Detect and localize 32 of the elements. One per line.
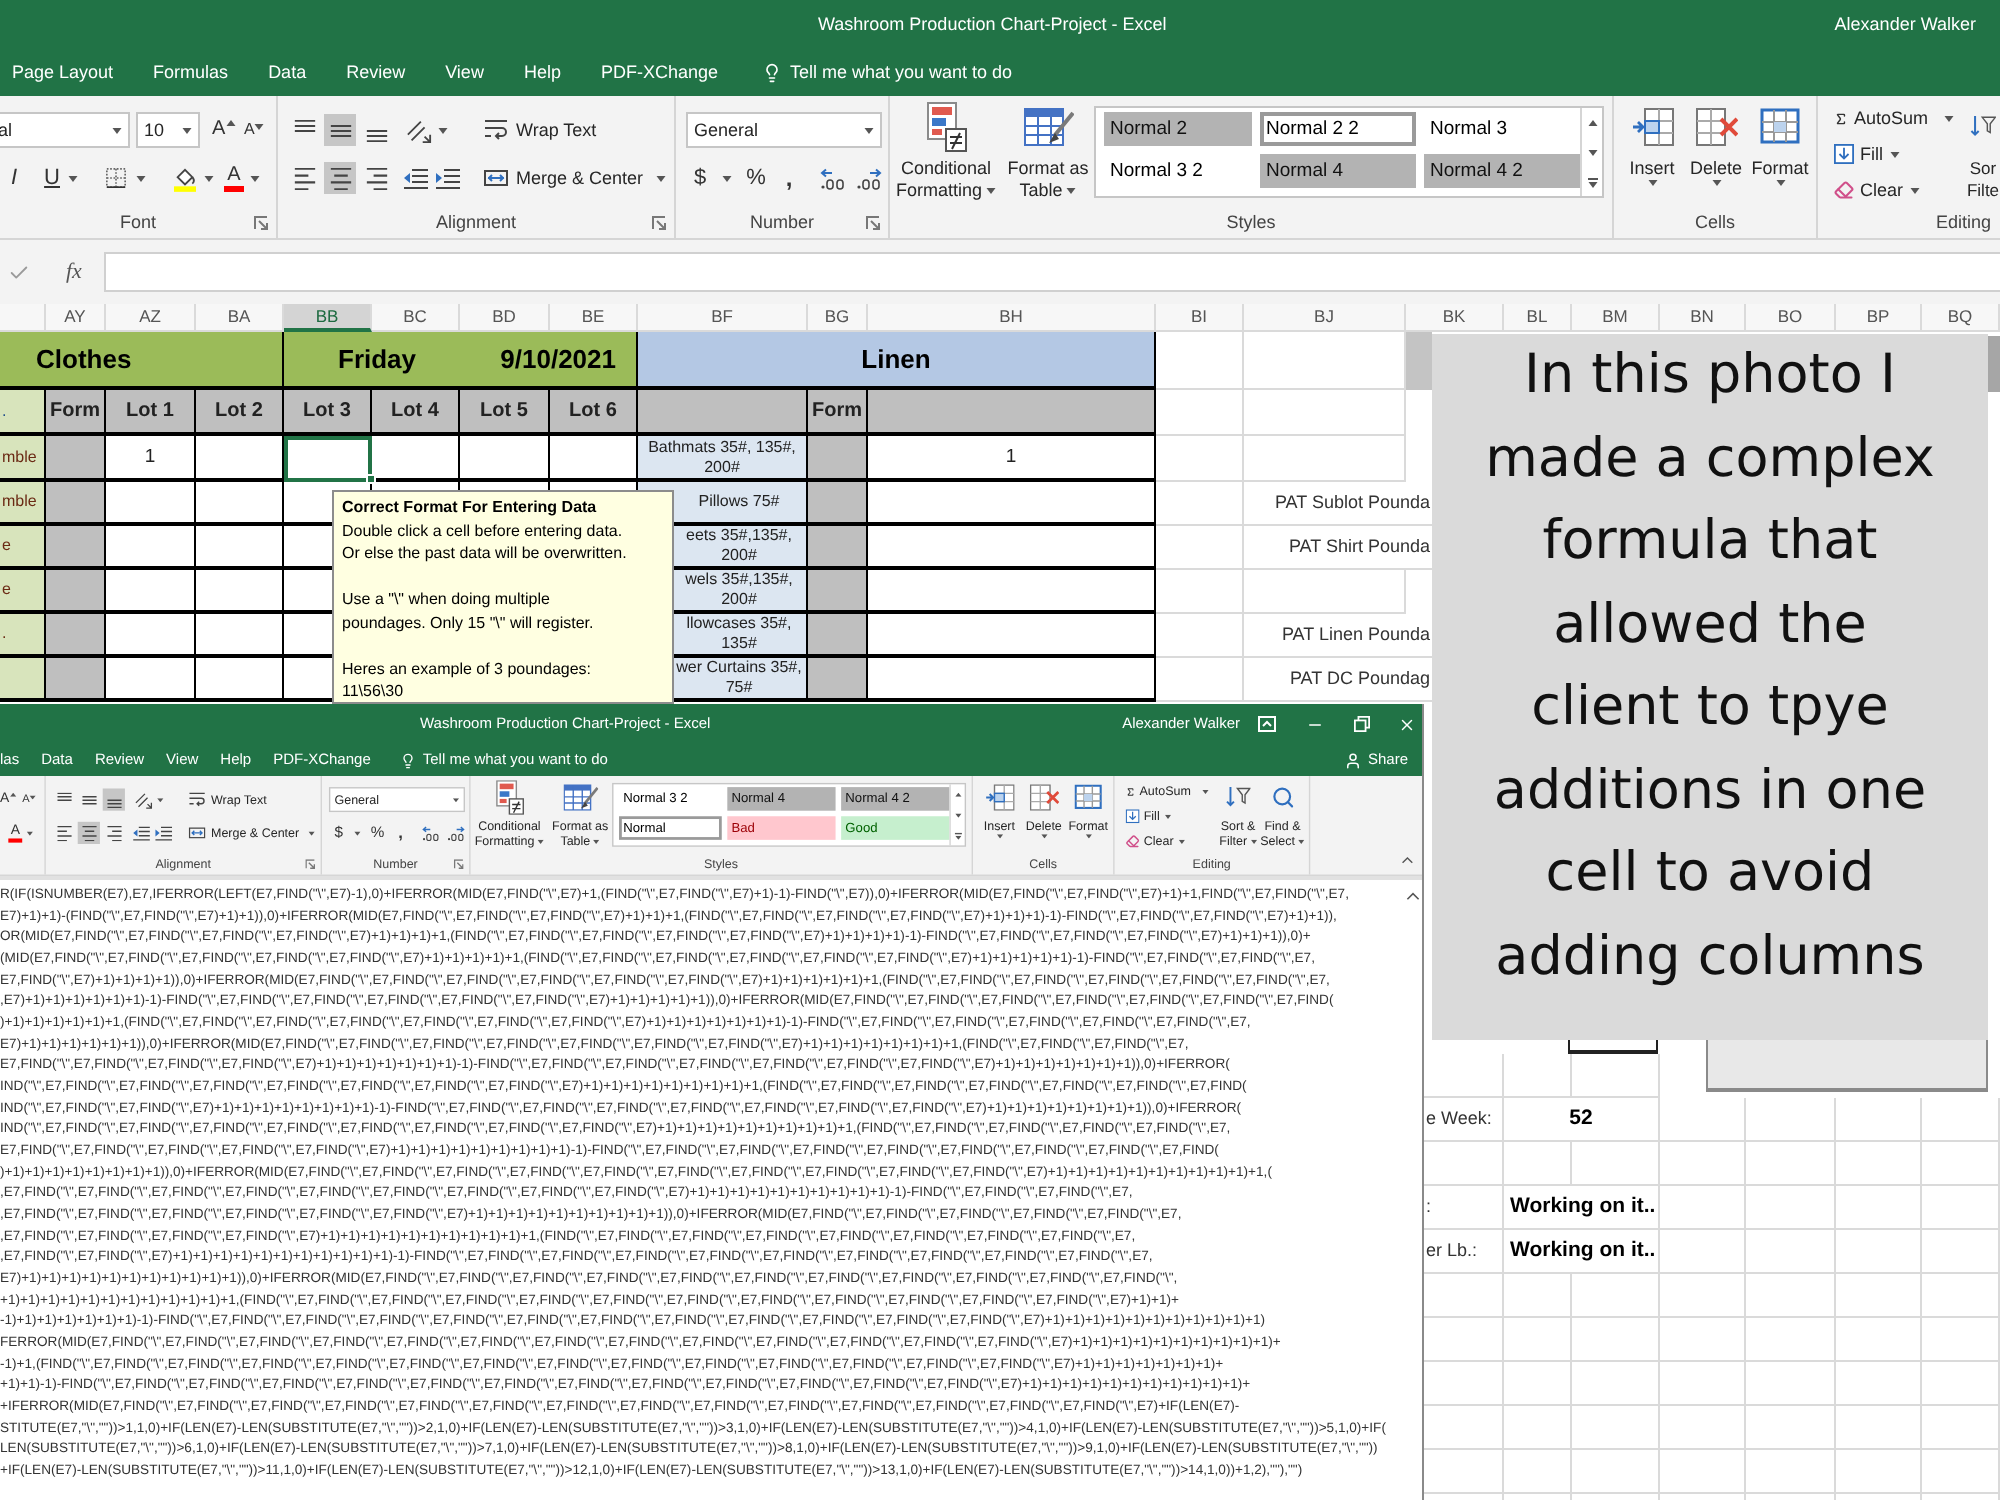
- user-name: Alexander Walker: [1834, 15, 1976, 33]
- table-cell: .: [0, 390, 46, 436]
- tooltip-text: Use a "\" when doing multiple poundages. Only 15 "\" will register.: [342, 588, 596, 634]
- table-cell: e: [0, 570, 46, 614]
- group-label: Cells: [1694, 214, 1735, 233]
- table-cell: mble: [0, 436, 46, 482]
- tooltip-title: Correct Format For Entering Data: [342, 496, 599, 519]
- band-date: 9/10/2021: [500, 346, 616, 372]
- table-header-cell: Lot 4: [372, 390, 460, 436]
- table-header-cell: Lot 1: [106, 390, 196, 436]
- table-header-cell: Lot 6: [550, 390, 638, 436]
- group-label: Number: [749, 214, 814, 233]
- window-title: Washroom Production Chart-Project - Excel: [818, 15, 1167, 33]
- table-header-cell: Lot 2: [196, 390, 284, 436]
- band-title: Clothes: [36, 346, 132, 372]
- tooltip-text: Double click a cell before entering data. Or else the past data will be overwritten.: [342, 519, 629, 565]
- caption-text: In this photo I made a complex formula that allowed the client to tpye additions in one cell to avoid adding columns: [1485, 342, 1935, 991]
- table-cell: Bathmats 35#, 135#, 200#: [638, 436, 808, 482]
- table-header-cell: Form: [46, 390, 106, 436]
- table-header-cell: Form: [808, 390, 868, 436]
- table-cell: mble: [0, 482, 46, 526]
- band-title: Friday: [338, 346, 417, 372]
- table-cell: .: [0, 614, 46, 658]
- group-label: Alignment: [435, 214, 517, 233]
- band-title: Linen: [861, 346, 931, 372]
- group-label: Editing: [1936, 214, 1992, 233]
- table-header-cell: Lot 3: [284, 390, 372, 436]
- group-label: Styles: [1226, 214, 1276, 233]
- group-label: Font: [119, 214, 156, 233]
- table-cell: e: [0, 526, 46, 570]
- table-header-cell: Lot 5: [460, 390, 550, 436]
- tooltip-text: Heres an example of 3 poundages: 11\56\30: [342, 657, 594, 703]
